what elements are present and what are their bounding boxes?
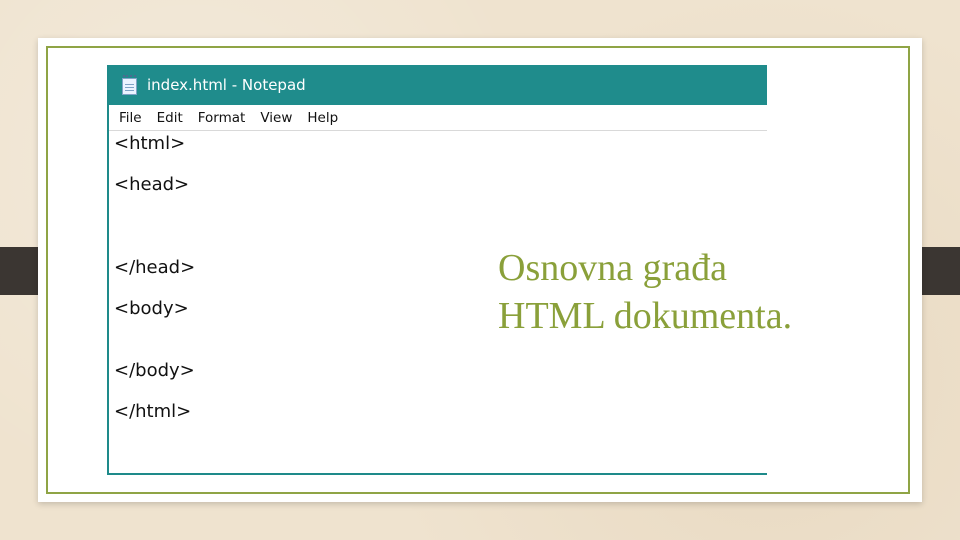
code-line-body-close: </body> (114, 360, 195, 381)
notepad-icon (121, 75, 138, 95)
menu-format[interactable]: Format (198, 110, 246, 126)
menu-edit[interactable]: Edit (157, 110, 183, 126)
menu-file[interactable]: File (119, 110, 142, 126)
menu-bar: File Edit Format View Help (109, 105, 767, 131)
code-line-head-close: </head> (114, 257, 196, 278)
window-title: index.html - Notepad (147, 76, 306, 94)
code-line-head-open: <head> (114, 174, 190, 195)
slide-title-line-2: HTML dokumenta. (498, 295, 793, 337)
menu-view[interactable]: View (260, 110, 292, 126)
code-line-body-open: <body> (114, 298, 189, 319)
notepad-titlebar[interactable]: index.html - Notepad (109, 65, 767, 105)
code-line-html-open: <html> (114, 133, 186, 154)
slide-title-line-1: Osnovna građa (498, 247, 727, 289)
code-line-html-close: </html> (114, 401, 192, 422)
slide-title: Osnovna građa HTML dokumenta. (498, 244, 792, 340)
menu-help[interactable]: Help (307, 110, 338, 126)
